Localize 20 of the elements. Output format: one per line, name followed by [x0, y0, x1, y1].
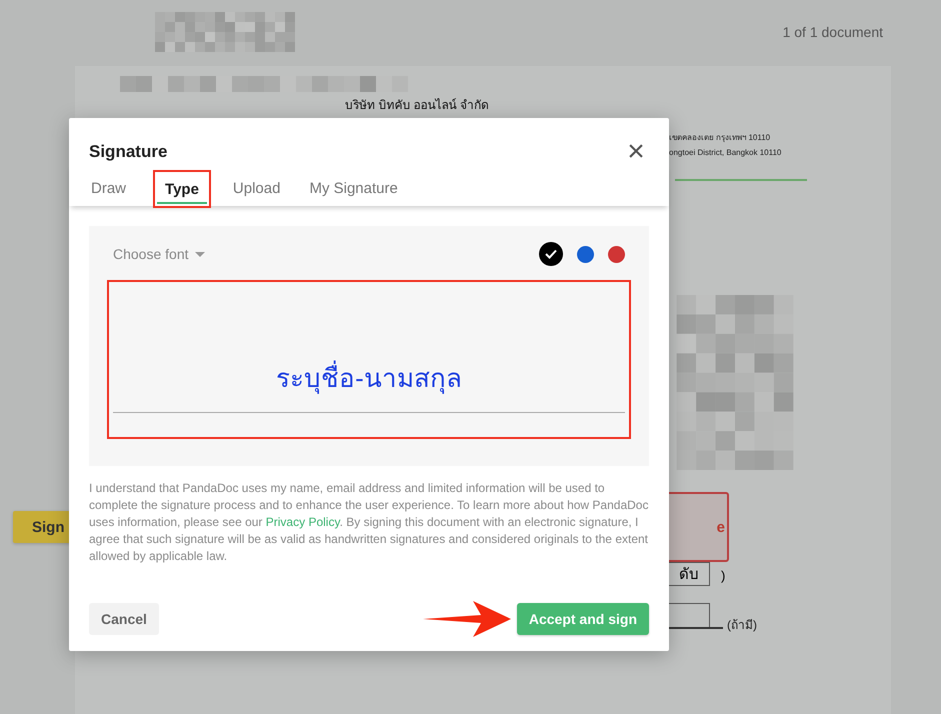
- close-button[interactable]: ×: [625, 140, 647, 164]
- company-name: บริษัท บิทคับ ออนไลน์ จำกัด: [345, 97, 490, 114]
- tab[interactable]: My Signature: [301, 174, 406, 204]
- tab[interactable]: Upload: [224, 174, 288, 204]
- color-swatch[interactable]: [539, 242, 563, 266]
- caret-icon: [194, 252, 204, 256]
- parenthesis: ): [721, 568, 726, 583]
- tab[interactable]: Draw: [83, 174, 134, 204]
- accept-button[interactable]: Accept and sign: [516, 603, 649, 635]
- privacy-policy-link[interactable]: Privacy Policy: [266, 515, 340, 529]
- address-line: เขตคลองเตย กรุงเทพฯ 10110: [669, 132, 772, 144]
- document-counter: 1 of 1 document: [782, 24, 883, 40]
- color-swatch[interactable]: [577, 246, 594, 262]
- cancel-button[interactable]: Cancel: [89, 603, 159, 635]
- color-swatch[interactable]: [608, 246, 625, 262]
- dialog-title: Signature: [89, 142, 168, 162]
- optional-note: (ถ้ามี): [727, 617, 757, 634]
- font-dropdown[interactable]: Choose font: [113, 246, 204, 262]
- address-line: ongtoei District, Bangkok 10110: [669, 147, 782, 159]
- signature-input[interactable]: ระบุชื่อ-นามสกุล: [113, 352, 625, 413]
